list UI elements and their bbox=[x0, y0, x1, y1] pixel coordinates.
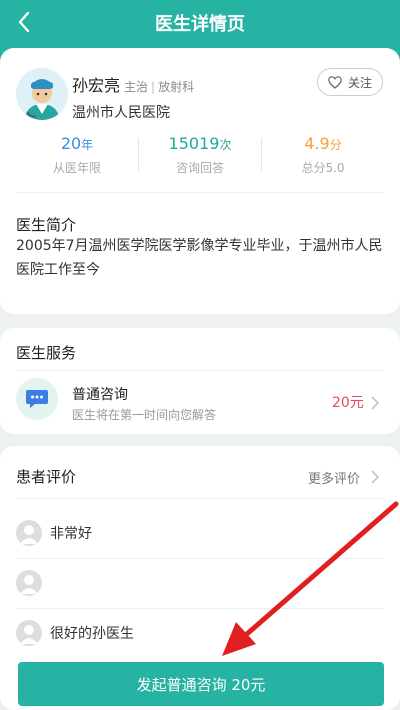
stat-consultations: 15019次 咨询回答 bbox=[139, 134, 261, 176]
divider bbox=[16, 608, 384, 609]
doctor-avatar bbox=[16, 68, 68, 120]
more-reviews-label: 更多评价 bbox=[308, 472, 361, 487]
review-item: 很好的孙医生 bbox=[16, 620, 134, 646]
doctor-title: 主治 bbox=[124, 80, 149, 94]
stat-years-value: 20 bbox=[60, 134, 82, 153]
start-consult-button[interactable]: 发起普通咨询 20元 bbox=[18, 662, 384, 706]
user-avatar-icon bbox=[16, 570, 42, 596]
stat-score: 4.9分 总分5.0 bbox=[262, 134, 384, 176]
chevron-right-icon bbox=[371, 396, 380, 410]
service-price: 20元 bbox=[332, 395, 364, 411]
divider bbox=[16, 558, 384, 559]
doctor-meta: 主治 | 放射科 bbox=[124, 80, 195, 94]
doctor-stats: 20年 从医年限 15019次 咨询回答 4.9分 总分5.0 bbox=[16, 134, 384, 178]
service-card: 医生服务 普通咨询 医生将在第一时间向您解答 20元 bbox=[0, 328, 400, 434]
follow-button[interactable]: 关注 bbox=[317, 68, 383, 96]
service-section-title: 医生服务 bbox=[16, 344, 77, 362]
doctor-name-row: 孙宏亮 主治 | 放射科 bbox=[72, 72, 194, 96]
stat-score-label: 总分5.0 bbox=[301, 161, 345, 175]
stat-years: 20年 从医年限 bbox=[16, 134, 138, 176]
chevron-left-icon bbox=[18, 11, 30, 33]
more-reviews-link[interactable]: 更多评价 bbox=[308, 468, 360, 487]
service-name: 普通咨询 bbox=[72, 387, 128, 403]
doctor-profile-card: 孙宏亮 主治 | 放射科 温州市人民医院 关注 20年 从医年限 15019次 咨询… bbox=[0, 48, 400, 314]
stat-score-unit: 分 bbox=[329, 138, 342, 152]
user-avatar-icon bbox=[16, 520, 42, 546]
review-text: 非常好 bbox=[50, 526, 92, 542]
review-text: 很好的孙医生 bbox=[50, 626, 134, 642]
intro-text: 2005年7月温州医学院医学影像学专业毕业，于温州市人民医院工作至今 bbox=[16, 238, 383, 278]
review-item bbox=[16, 570, 50, 596]
doctor-name: 孙宏亮 bbox=[72, 76, 121, 95]
user-avatar-icon bbox=[16, 620, 42, 646]
doctor-department: 放射科 bbox=[158, 80, 195, 94]
chat-icon bbox=[16, 378, 58, 420]
divider bbox=[16, 498, 384, 499]
follow-label: 关注 bbox=[347, 75, 372, 90]
divider bbox=[16, 192, 384, 193]
stat-years-label: 从医年限 bbox=[52, 161, 101, 175]
service-desc: 医生将在第一时间向您解答 bbox=[72, 408, 217, 422]
nav-bar: 医生详情页 bbox=[0, 0, 400, 46]
chevron-right-icon bbox=[371, 470, 380, 484]
back-button[interactable] bbox=[10, 8, 38, 36]
service-item-general-consult[interactable]: 普通咨询 医生将在第一时间向您解答 20元 bbox=[0, 372, 400, 432]
doctor-hospital: 温州市人民医院 bbox=[72, 105, 170, 121]
start-consult-label: 发起普通咨询 20元 bbox=[136, 675, 266, 694]
intro-title: 医生简介 bbox=[16, 216, 77, 234]
divider bbox=[16, 370, 384, 371]
page-title: 医生详情页 bbox=[155, 14, 245, 35]
review-item: 非常好 bbox=[16, 520, 92, 546]
reviews-section-title: 患者评价 bbox=[16, 468, 77, 486]
stat-score-value: 4.9 bbox=[304, 134, 330, 153]
heart-icon bbox=[328, 75, 342, 89]
stat-consultations-value: 15019 bbox=[168, 134, 220, 153]
stat-years-unit: 年 bbox=[81, 138, 94, 152]
stat-consultations-unit: 次 bbox=[219, 138, 232, 152]
stat-consultations-label: 咨询回答 bbox=[175, 161, 224, 175]
